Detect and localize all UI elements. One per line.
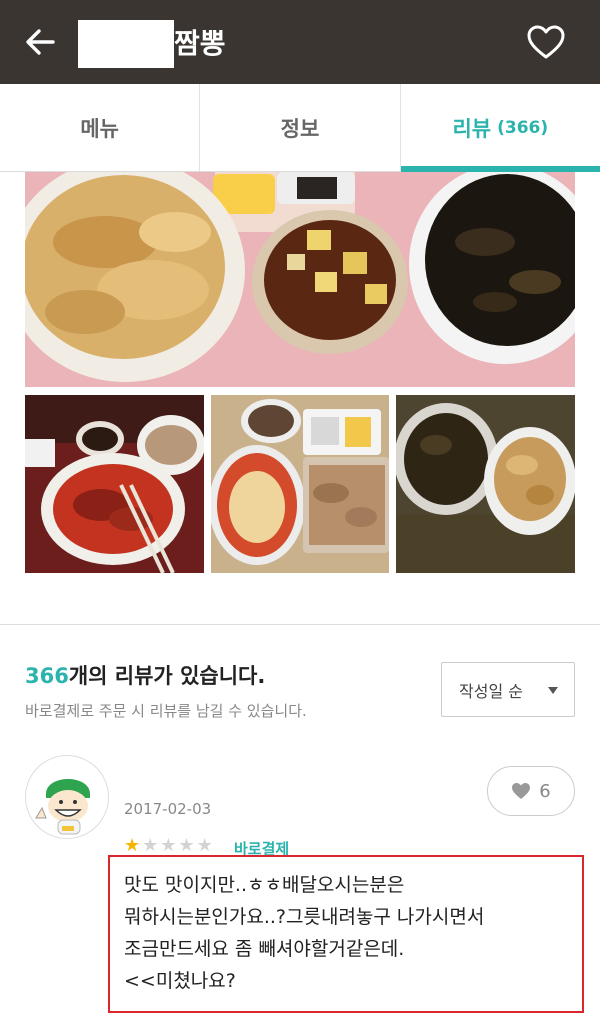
favorite-heart-icon[interactable] — [526, 24, 566, 60]
heart-icon — [512, 783, 531, 799]
star-filled-icon: ★ — [124, 835, 141, 856]
redacted-store-name — [78, 20, 174, 68]
review-photo-thumb-3[interactable] — [396, 395, 575, 573]
review-policy-note: 바로결제로 주문 시 리뷰를 남길 수 있습니다. — [25, 702, 307, 720]
tab-menu-label: 메뉴 — [80, 116, 119, 141]
section-tabs: 메뉴 정보 리뷰 (366) — [0, 84, 600, 172]
page-title: 짬뽕 — [174, 27, 226, 60]
review-count-number: 366 — [25, 664, 69, 688]
tab-info-label: 정보 — [280, 116, 320, 141]
tab-info[interactable]: 정보 — [199, 84, 399, 171]
section-divider — [0, 624, 600, 625]
back-arrow-icon[interactable] — [22, 24, 58, 60]
tab-menu[interactable]: 메뉴 — [0, 84, 199, 171]
caret-down-icon — [548, 687, 558, 694]
app-header: 짬뽕 — [0, 0, 600, 84]
review-date: 2017-02-03 — [124, 800, 212, 818]
review-photo-main[interactable] — [25, 172, 575, 387]
like-button[interactable]: 6 — [487, 766, 575, 816]
tab-reviews-count: (366) — [497, 117, 549, 138]
review-count-suffix: 개의 리뷰가 있습니다. — [68, 664, 266, 688]
review-photo-thumb-1[interactable] — [25, 395, 204, 573]
review-photo-thumb-2[interactable] — [211, 395, 389, 573]
tab-reviews-label: 리뷰 — [452, 116, 492, 141]
star-empty-icon: ★ — [178, 835, 195, 856]
like-count: 6 — [539, 780, 551, 802]
rating-stars: ★ ★ ★ ★ ★ — [124, 836, 213, 856]
review-body: 맛도 맛이지만..ㅎㅎ배달오시는분은 뭐하시는분인가요..?그릇내려놓구 나가시… — [124, 874, 485, 992]
tab-reviews[interactable]: 리뷰 (366) — [399, 84, 600, 172]
review-count-heading: 366개의 리뷰가 있습니다. — [25, 660, 265, 690]
review-text-highlight: 맛도 맛이지만..ㅎㅎ배달오시는분은 뭐하시는분인가요..?그릇내려놓구 나가시… — [108, 855, 584, 1013]
reviewer-avatar[interactable] — [25, 755, 109, 839]
star-empty-icon: ★ — [142, 835, 159, 856]
star-empty-icon: ★ — [196, 835, 213, 856]
star-empty-icon: ★ — [160, 835, 177, 856]
sort-dropdown-label: 작성일 순 — [459, 681, 523, 701]
sort-dropdown[interactable]: 작성일 순 — [441, 662, 575, 717]
